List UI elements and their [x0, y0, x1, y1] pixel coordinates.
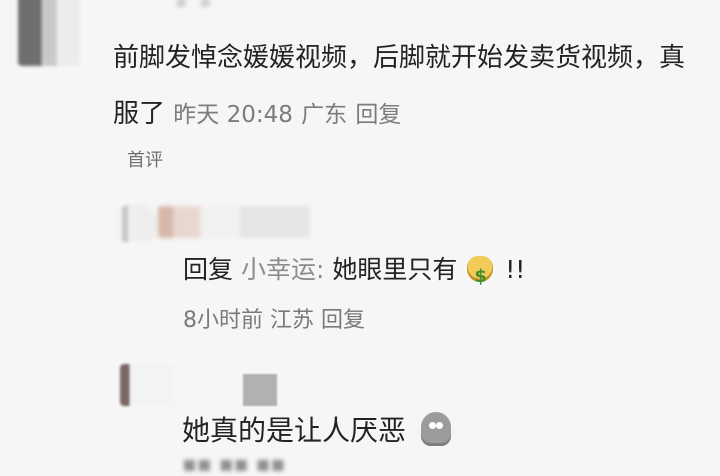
reply-username[interactable]: 小幸运: — [241, 255, 324, 284]
top-comment-block: 前脚发悼念媛媛视频，后脚就开始发卖货视频，真服了 昨天 20:48 广东 回复 — [113, 30, 688, 143]
reply-prefix: 回复 — [183, 255, 234, 284]
reply-text: 她眼里只有 — [332, 255, 458, 284]
reply-comment-line: 回复 小幸运: 她眼里只有 !! — [183, 251, 526, 296]
top-comment-name-blur: ▪▪ — [175, 0, 224, 12]
bottom-meta-blur: ▪▪ ▪▪ ▪▪ — [182, 452, 286, 476]
reply-meta: 8小时前 江苏 回复 — [183, 302, 365, 334]
bottom-comment-name-blur — [243, 374, 277, 406]
top-comment-time: 昨天 20:48 — [173, 102, 293, 128]
reply-reply-button[interactable]: 回复 — [321, 308, 365, 333]
reply-time: 8小时前 — [183, 308, 263, 333]
reply-location: 江苏 — [270, 308, 315, 333]
money-bag-icon — [467, 256, 494, 296]
bottom-comment-text: 她真的是让人厌恶 — [182, 414, 407, 447]
top-comment-location: 广东 — [301, 102, 348, 128]
bottom-comment-avatar[interactable] — [120, 364, 174, 406]
reply-avatar[interactable] — [113, 204, 157, 242]
reply-name-blur — [158, 206, 310, 238]
first-comment-label: 首评 — [127, 150, 163, 171]
top-comment-avatar[interactable] — [18, 0, 80, 66]
top-comment-reply-button[interactable]: 回复 — [355, 102, 401, 128]
reply-suffix: !! — [505, 255, 526, 284]
ghost-icon — [420, 412, 451, 446]
bottom-comment-line: 她真的是让人厌恶 — [182, 412, 451, 449]
